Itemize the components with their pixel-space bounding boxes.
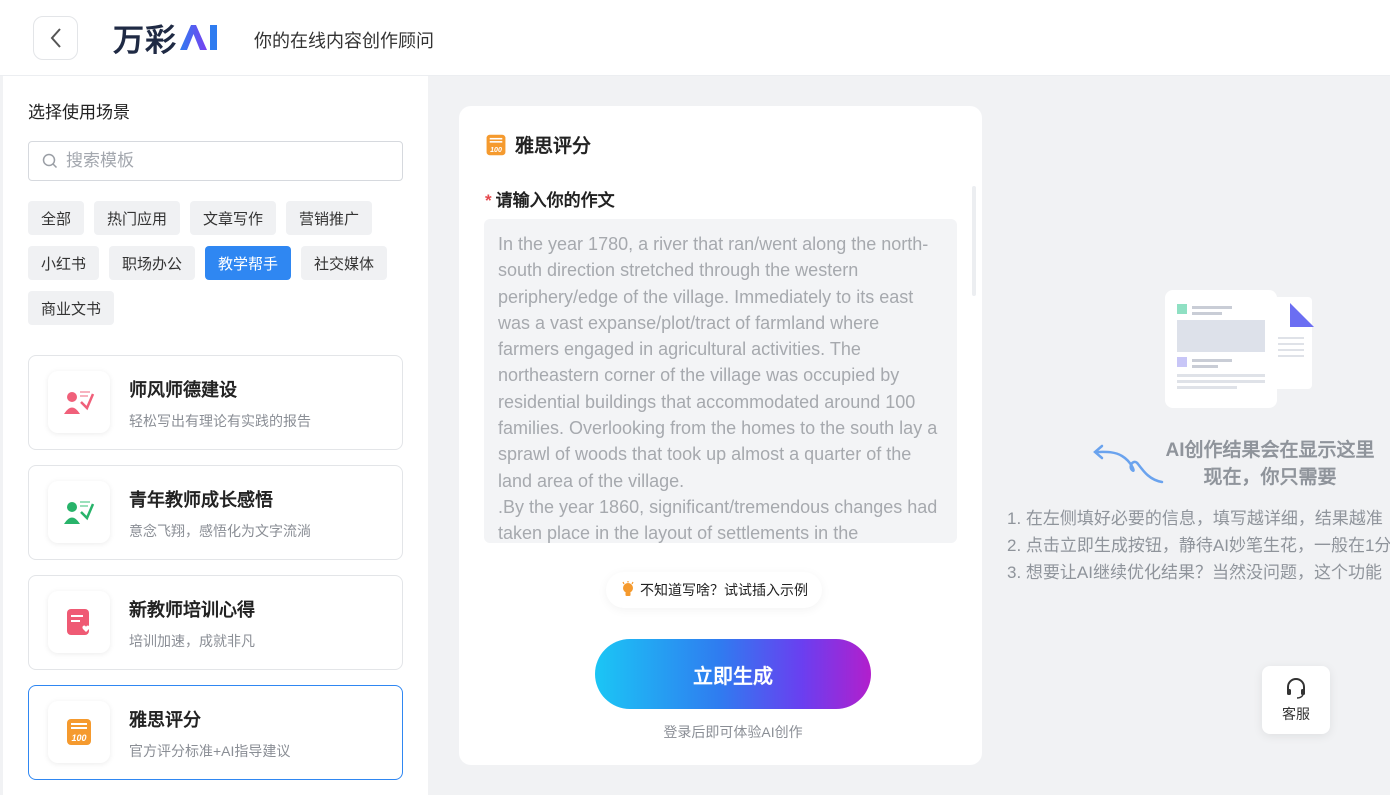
generate-button[interactable]: 立即生成 — [595, 639, 871, 709]
back-button[interactable] — [33, 16, 78, 60]
insert-example-hint[interactable]: 不知道写啥？试试插入示例 — [606, 572, 822, 608]
category-tags: 全部 热门应用 文章写作 营销推广小红书 职场办公 教学帮手 社交媒体商业文书 — [28, 201, 408, 325]
tip-item: 3. 想要让AI继续优化结果？当然没问题，这个功能 — [1007, 563, 1382, 582]
template-card-young-teacher[interactable]: 青年教师成长感悟 意念飞翔，感悟化为文字流淌 — [28, 465, 403, 560]
template-search[interactable] — [28, 141, 403, 181]
form-title: 雅思评分 — [515, 136, 592, 157]
document-illustration — [1160, 285, 1320, 415]
result-title-line2: 现在，你只需要 — [1203, 467, 1337, 488]
template-card-new-teacher-training[interactable]: 新教师培训心得 培训加速，成就非凡 — [28, 575, 403, 670]
category-tag[interactable]: 营销推广 — [286, 201, 373, 235]
search-icon — [42, 153, 58, 169]
tip-item: 1. 在左侧填好必要的信息，填写越详细，结果越准 — [1007, 509, 1383, 528]
headset-icon — [1287, 678, 1305, 699]
support-label: 客服 — [1282, 706, 1310, 722]
tagline: 你的在线内容创作顾问 — [254, 31, 434, 51]
card-title: 新教师培训心得 — [129, 600, 255, 620]
required-mark: * — [485, 191, 492, 210]
form-header: 100 雅思评分 — [485, 131, 591, 158]
teacher-green-icon — [48, 481, 110, 543]
svg-text:100: 100 — [71, 733, 86, 743]
essay-label: * 请输入你的作文 — [485, 186, 615, 211]
result-title-line1: AI创作结果会在显示这里 — [1165, 440, 1375, 461]
card-desc: 轻松写出有理论有实践的报告 — [129, 413, 311, 429]
card-desc: 培训加速，成就非凡 — [129, 633, 255, 649]
score-100-icon: 100 — [486, 134, 506, 155]
tip-item: 2. 点击立即生成按钮，静待AI妙笔生花，一般在1分 — [1007, 536, 1390, 555]
search-input[interactable] — [66, 151, 366, 171]
login-note: 登录后即可体验AI创作 — [663, 724, 803, 740]
category-tag[interactable]: 全部 — [28, 201, 85, 235]
card-title: 雅思评分 — [129, 710, 201, 730]
logo-text: 万彩 — [113, 22, 177, 58]
category-tag[interactable]: 商业文书 — [28, 291, 115, 325]
category-tag[interactable]: 教学帮手 — [205, 246, 292, 280]
customer-service-button[interactable]: 客服 — [1262, 666, 1330, 734]
category-tag[interactable]: 文章写作 — [190, 201, 277, 235]
logo-ai-mark — [179, 22, 223, 52]
chevron-left-icon — [50, 28, 61, 48]
category-tag[interactable]: 热门应用 — [94, 201, 181, 235]
form-scrollbar[interactable] — [972, 186, 976, 296]
scene-sidebar: 选择使用场景 全部热门应用文章写作营销推广小红书职场办公教学帮手社交媒体商业文书… — [3, 76, 428, 795]
template-card-teacher-ethics[interactable]: 师风师德建设 轻松写出有理论有实践的报告 — [28, 355, 403, 450]
essay-text: In the year 1780, a river that ran/went … — [498, 234, 938, 543]
teacher-red-icon — [48, 371, 110, 433]
result-placeholder-title: AI创作结果会在显示这里 现在，你只需要 — [1120, 437, 1390, 491]
card-desc: 意念飞翔，感悟化为文字流淌 — [129, 523, 311, 539]
category-tag[interactable]: 社交媒体 — [301, 246, 388, 280]
card-desc: 官方评分标准+AI指导建议 — [129, 743, 291, 759]
score-100-icon: 100 — [48, 701, 110, 763]
ielts-form-panel: 100 雅思评分 * 请输入你的作文 In the year 1780, a ri… — [459, 106, 982, 765]
category-tag[interactable]: 职场办公 — [109, 246, 196, 280]
sidebar-title: 选择使用场景 — [28, 103, 130, 122]
result-tips: 1. 在左侧填好必要的信息，填写越详细，结果越准 2. 点击立即生成按钮，静待A… — [1007, 505, 1390, 586]
hint-text: 不知道写啥？试试插入示例 — [640, 582, 808, 598]
essay-label-text: 请输入你的作文 — [495, 191, 615, 210]
notebook-heart-icon — [48, 591, 110, 653]
template-card-ielts[interactable]: 100 雅思评分 官方评分标准+AI指导建议 — [28, 685, 403, 780]
brand-logo[interactable]: 万彩 — [113, 18, 223, 58]
lightbulb-icon — [622, 581, 634, 596]
category-tag[interactable]: 小红书 — [28, 246, 100, 280]
svg-text:100: 100 — [490, 147, 502, 154]
top-header: 万彩 你的在线内容创作顾问 — [0, 0, 1390, 76]
essay-textarea[interactable]: In the year 1780, a river that ran/went … — [484, 219, 957, 543]
card-title: 师风师德建设 — [129, 380, 237, 400]
card-title: 青年教师成长感悟 — [129, 490, 273, 510]
